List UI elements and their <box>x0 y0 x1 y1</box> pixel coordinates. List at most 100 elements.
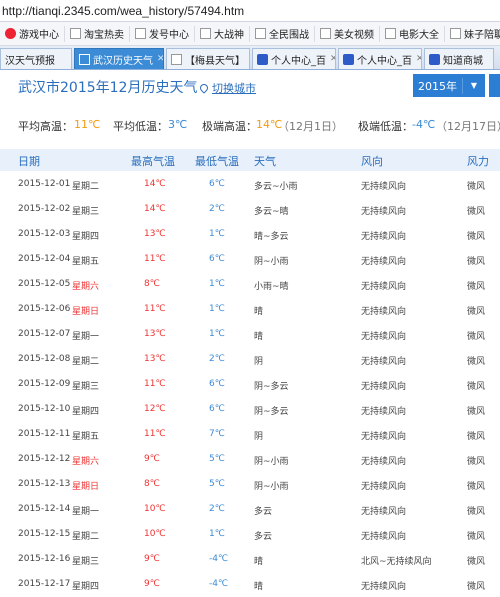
row-wind-force: 微风 <box>467 457 486 467</box>
fav-taobao[interactable]: 淘宝热卖 <box>65 25 130 42</box>
row-low: 2℃ <box>209 504 225 514</box>
row-low: 5℃ <box>209 454 225 464</box>
page-icon <box>200 28 211 39</box>
table-header: 日期 最高气温 最低气温 天气 风向 风力 <box>0 149 500 171</box>
address-bar[interactable]: http://tianqi.2345.com/wea_history/57494… <box>0 0 500 22</box>
row-high: 11℃ <box>144 304 166 314</box>
page-title: 武汉市2015年12月历史天气 <box>18 80 198 96</box>
row-weather: 小雨~晴 <box>254 282 289 292</box>
page-icon <box>70 28 81 39</box>
row-low: -4℃ <box>209 579 229 589</box>
row-wind-direction: 无持续风向 <box>361 532 407 542</box>
row-low: 6℃ <box>209 404 225 414</box>
row-low: 6℃ <box>209 379 225 389</box>
row-weekday: 星期三 <box>72 557 100 567</box>
row-date: 2015-12-05 <box>18 279 71 289</box>
header-low: 最低气温 <box>195 155 239 168</box>
row-weather: 多云 <box>254 507 273 517</box>
row-weather: 多云 <box>254 532 273 542</box>
row-low: 1℃ <box>209 304 225 314</box>
tab-zhidao-mall[interactable]: 知道商城 <box>424 48 494 69</box>
fav-game-center[interactable]: 游戏中心 <box>0 25 65 42</box>
row-wind-direction: 无持续风向 <box>361 432 407 442</box>
row-high: 11℃ <box>144 254 166 264</box>
table-row: 2015-12-02 星期三 14℃ 2℃ 多云~晴 无持续风向 微风 <box>0 196 500 221</box>
tab-weather-forecast[interactable]: 汉天气预报 <box>0 48 72 69</box>
row-low: 5℃ <box>209 479 225 489</box>
row-weekday: 星期日 <box>72 482 100 492</box>
row-high: 11℃ <box>144 379 166 389</box>
close-icon[interactable]: ✕ <box>416 54 421 64</box>
chevron-down-icon: ▼ <box>470 81 478 90</box>
row-weekday: 星期三 <box>72 382 100 392</box>
row-wind-force: 微风 <box>467 357 486 367</box>
row-weather: 阴 <box>254 357 264 367</box>
table-row: 2015-12-07 星期一 13℃ 1℃ 晴 无持续风向 微风 <box>0 321 500 346</box>
row-wind-force: 微风 <box>467 532 486 542</box>
row-high: 13℃ <box>144 354 166 364</box>
row-wind-direction: 无持续风向 <box>361 282 407 292</box>
row-wind-direction: 无持续风向 <box>361 457 407 467</box>
table-row: 2015-12-14 星期一 10℃ 2℃ 多云 无持续风向 微风 <box>0 496 500 521</box>
tab-personal-center-1[interactable]: 个人中心_百✕ <box>252 48 336 69</box>
table-row: 2015-12-16 星期三 9℃ -4℃ 晴 北风~无持续风向 微风 <box>0 546 500 571</box>
max-temp-label: 极端高温： <box>202 120 257 133</box>
table-row: 2015-12-03 星期四 13℃ 1℃ 晴~多云 无持续风向 微风 <box>0 221 500 246</box>
row-weekday: 星期三 <box>72 207 100 217</box>
row-wind-force: 微风 <box>467 407 486 417</box>
row-wind-force: 微风 <box>467 332 486 342</box>
tab-strip: 汉天气预报 武汉历史天气✕ 【梅县天气】 个人中心_百✕ 个人中心_百✕ 知道商… <box>0 46 500 70</box>
tab-meixian-weather[interactable]: 【梅县天气】 <box>166 48 250 69</box>
page-icon <box>385 28 396 39</box>
table-row: 2015-12-13 星期日 8℃ 5℃ 阴~小雨 无持续风向 微风 <box>0 471 500 496</box>
close-icon[interactable]: ✕ <box>157 54 163 64</box>
row-date: 2015-12-07 <box>18 329 71 339</box>
row-wind-force: 微风 <box>467 382 486 392</box>
row-low: 2℃ <box>209 204 225 214</box>
tab-wuhan-history[interactable]: 武汉历史天气 ✕ <box>74 48 164 69</box>
row-high: 10℃ <box>144 504 166 514</box>
month-select[interactable] <box>489 74 500 97</box>
fav-beauty-video[interactable]: 美女视频 <box>315 25 380 42</box>
row-low: 6℃ <box>209 179 225 189</box>
table-row: 2015-12-10 星期四 12℃ 6℃ 阴~多云 无持续风向 微风 <box>0 396 500 421</box>
row-date: 2015-12-01 <box>18 179 71 189</box>
tab-personal-center-2[interactable]: 个人中心_百✕ <box>338 48 422 69</box>
row-high: 9℃ <box>144 454 160 464</box>
header-date: 日期 <box>18 155 40 168</box>
table-row: 2015-12-11 星期五 11℃ 7℃ 阴 无持续风向 微风 <box>0 421 500 446</box>
row-date: 2015-12-13 <box>18 479 71 489</box>
row-high: 13℃ <box>144 229 166 239</box>
row-wind-direction: 无持续风向 <box>361 182 407 192</box>
row-weekday: 星期一 <box>72 332 100 342</box>
page-icon <box>450 28 461 39</box>
switch-city-link[interactable]: 切换城市 <box>198 80 256 96</box>
fav-movies[interactable]: 电影大全 <box>380 25 445 42</box>
row-high: 14℃ <box>144 179 166 189</box>
avg-low-value: 3℃ <box>168 118 188 131</box>
header-high: 最高气温 <box>131 155 175 168</box>
fav-national-war[interactable]: 全民围战 <box>250 25 315 42</box>
row-wind-direction: 无持续风向 <box>361 582 407 592</box>
page-icon <box>135 28 146 39</box>
row-wind-force: 微风 <box>467 282 486 292</box>
row-wind-force: 微风 <box>467 482 486 492</box>
year-value: 2015年 <box>413 77 463 94</box>
row-weather: 晴~多云 <box>254 232 289 242</box>
row-wind-direction: 无持续风向 <box>361 357 407 367</box>
row-wind-direction: 无持续风向 <box>361 482 407 492</box>
fav-war-god[interactable]: 大战神 <box>195 25 250 42</box>
year-select[interactable]: 2015年 ▼ <box>413 74 485 97</box>
row-high: 9℃ <box>144 554 160 564</box>
page-icon <box>79 53 90 65</box>
paw-icon <box>257 53 268 65</box>
row-date: 2015-12-06 <box>18 304 71 314</box>
row-date: 2015-12-09 <box>18 379 71 389</box>
close-icon[interactable]: ✕ <box>330 54 335 64</box>
row-weekday: 星期一 <box>72 507 100 517</box>
row-wind-direction: 无持续风向 <box>361 332 407 342</box>
avg-high-label: 平均高温： <box>18 120 73 133</box>
fav-chat[interactable]: 妹子陪聊 <box>445 26 500 42</box>
row-high: 11℃ <box>144 429 166 439</box>
fav-code-center[interactable]: 发号中心 <box>130 25 195 42</box>
